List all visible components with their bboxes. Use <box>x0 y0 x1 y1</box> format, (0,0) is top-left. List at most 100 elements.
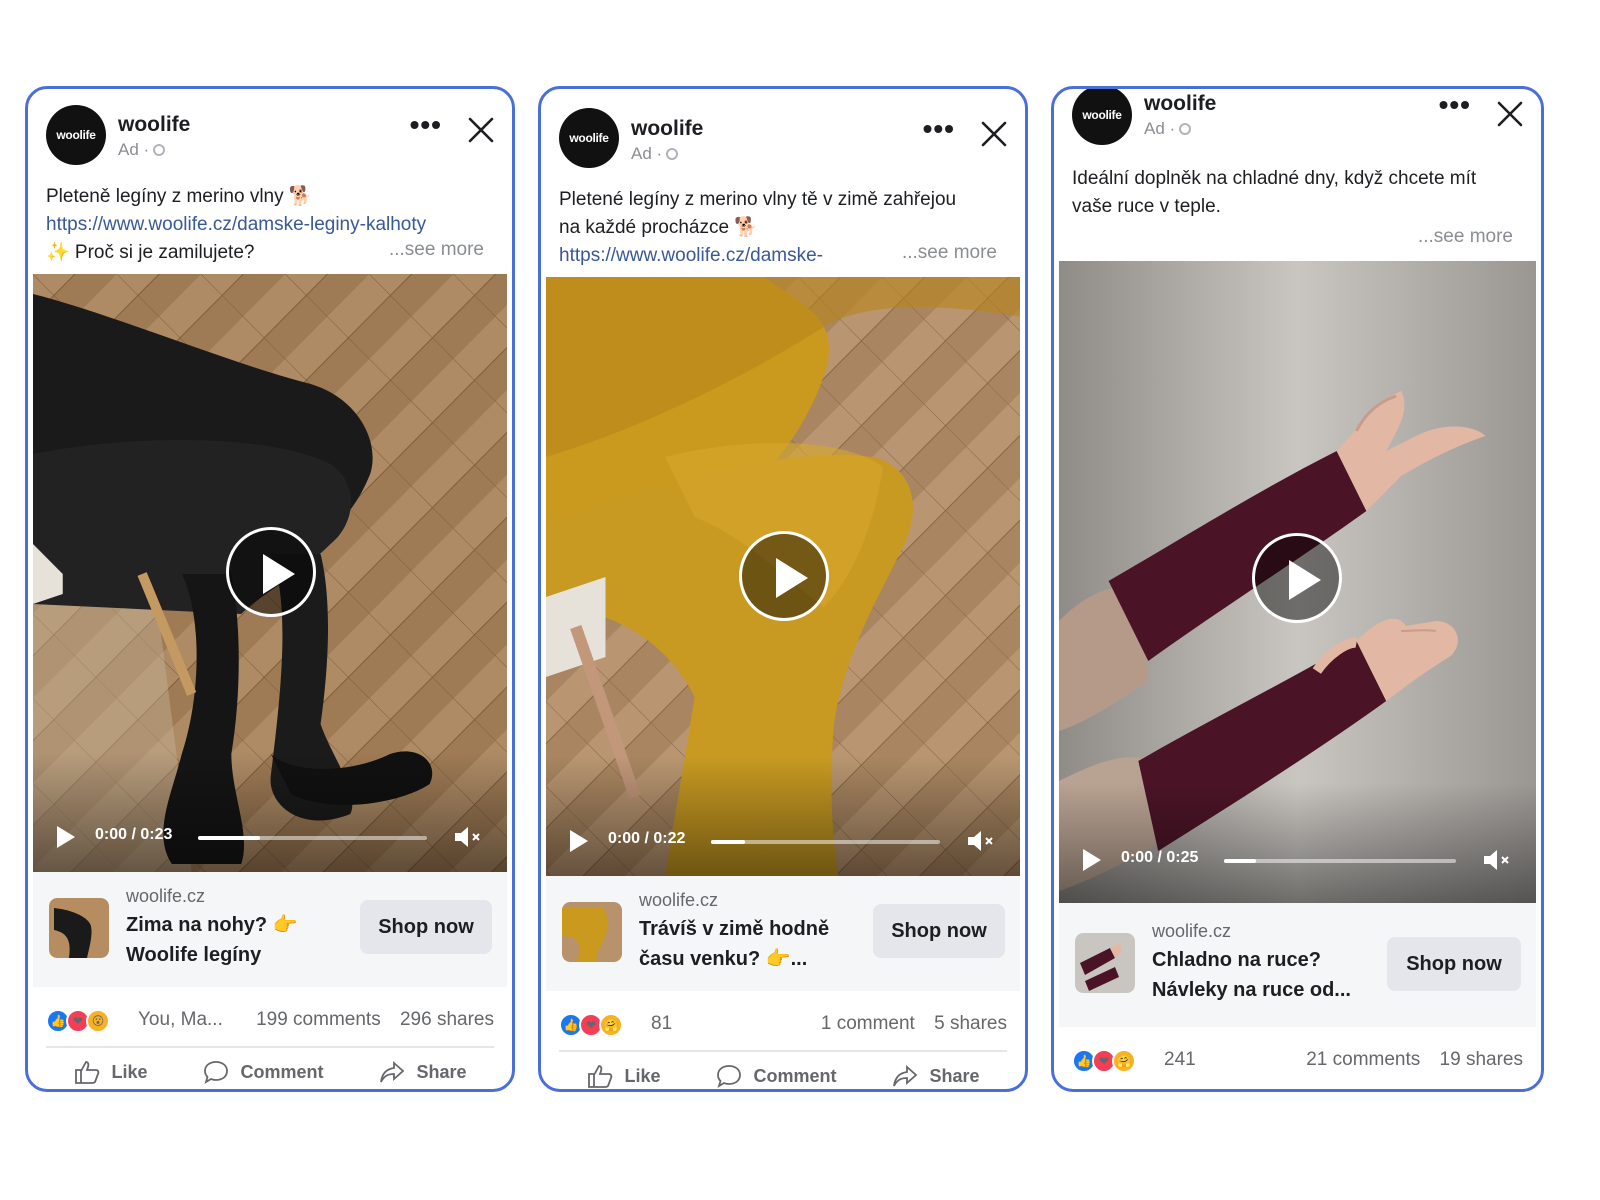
caption-line: Ideální doplněk na chladné dny, když chc… <box>1072 168 1477 189</box>
page-name[interactable]: woolife <box>118 113 190 137</box>
video-time: 0:00 / 0:25 <box>1121 849 1199 866</box>
like-button[interactable]: Like <box>586 1056 661 1089</box>
reactions-row: 👍 ❤ 😮 You, Ma... 199 comments 296 shares <box>46 1007 494 1037</box>
care-reaction-icon: 🤗 <box>599 1013 623 1037</box>
ad-label: Ad · <box>1144 119 1192 139</box>
like-button[interactable]: Like <box>73 1052 148 1089</box>
action-bar: Like Comment Share <box>559 1056 1007 1089</box>
video-player[interactable]: 0:00 / 0:23 <box>33 274 507 872</box>
thumbs-up-icon <box>588 1065 613 1088</box>
product-thumbnail <box>1075 933 1135 993</box>
page-name[interactable]: woolife <box>1144 92 1216 116</box>
caption-line: Pleteně legíny z merino vlny 🐕 <box>46 186 313 207</box>
muted-speaker-icon[interactable] <box>1482 847 1512 873</box>
cta-headline: Zima na nohy? 👉 Woolife legíny <box>126 914 298 966</box>
reaction-icons[interactable]: 👍 ❤ 🤗 <box>1072 1049 1136 1073</box>
video-controls: 0:00 / 0:23 <box>33 802 507 872</box>
comment-icon <box>204 1061 229 1084</box>
cta-headline: Trávíš v zimě hodně času venku? 👉... <box>639 918 830 970</box>
globe-icon <box>153 144 166 156</box>
close-icon[interactable] <box>468 117 494 143</box>
muted-speaker-icon[interactable] <box>966 828 996 854</box>
video-controls: 0:00 / 0:25 <box>1059 825 1536 895</box>
video-progress-bar[interactable] <box>711 840 940 844</box>
ad-card-2: woolife woolife Ad · ••• Pletené legíny … <box>538 86 1028 1092</box>
caption-link[interactable]: https://www.woolife.cz/damske-leginy-kal… <box>46 211 490 239</box>
ad-label: Ad · <box>118 140 166 160</box>
reaction-icons[interactable]: 👍 ❤ 🤗 <box>559 1013 623 1037</box>
comment-icon <box>717 1065 742 1088</box>
video-time: 0:00 / 0:22 <box>608 830 686 847</box>
comment-button[interactable]: Comment <box>202 1052 324 1089</box>
cta-headline: Chladno na ruce? Návleky na ruce od... <box>1152 949 1351 1001</box>
see-more-link[interactable]: ...see more <box>1418 226 1513 248</box>
reaction-names[interactable]: You, Ma... <box>138 1009 223 1031</box>
page-name[interactable]: woolife <box>631 117 703 141</box>
engagement-counts: 199 comments 296 shares <box>242 1009 494 1031</box>
cta-bar[interactable]: woolife.cz Chladno na ruce? Návleky na r… <box>1059 903 1536 1027</box>
wow-reaction-icon: 😮 <box>86 1009 110 1033</box>
caption-line: na každé procházce 🐕 <box>559 217 758 238</box>
close-icon[interactable] <box>1497 101 1523 127</box>
more-options-icon[interactable]: ••• <box>1439 91 1471 119</box>
divider <box>46 1046 494 1048</box>
shares-count[interactable]: 19 shares <box>1440 1049 1523 1070</box>
share-button[interactable]: Share <box>891 1056 980 1089</box>
shop-now-button[interactable]: Shop now <box>873 904 1005 958</box>
reactions-row: 👍 ❤ 🤗 81 1 comment 5 shares <box>559 1011 1007 1041</box>
play-icon[interactable] <box>570 830 588 852</box>
product-thumbnail <box>562 902 622 962</box>
reaction-count[interactable]: 81 <box>651 1013 672 1035</box>
play-icon[interactable] <box>1083 849 1101 871</box>
engagement-counts: 1 comment 5 shares <box>807 1013 1007 1035</box>
play-video-button[interactable] <box>226 527 316 617</box>
cta-bar[interactable]: woolife.cz Zima na nohy? 👉 Woolife legín… <box>33 872 507 987</box>
cta-bar[interactable]: woolife.cz Trávíš v zimě hodně času venk… <box>546 876 1020 991</box>
see-more-link[interactable]: ...see more <box>389 239 484 261</box>
engagement-counts: 21 comments 19 shares <box>1292 1049 1523 1071</box>
video-progress-bar[interactable] <box>1224 859 1456 863</box>
shares-count[interactable]: 5 shares <box>934 1013 1007 1034</box>
post-header: woolife woolife Ad · ••• <box>1054 89 1541 169</box>
page-avatar[interactable]: woolife <box>46 105 106 165</box>
reactions-row: 👍 ❤ 🤗 241 21 comments 19 shares <box>1072 1047 1523 1077</box>
ad-card-3: woolife woolife Ad · ••• Ideální doplněk… <box>1051 86 1544 1092</box>
comments-count[interactable]: 21 comments <box>1306 1049 1420 1070</box>
globe-icon <box>1179 123 1192 135</box>
action-bar: Like Comment Share <box>46 1052 494 1089</box>
video-progress-bar[interactable] <box>198 836 427 840</box>
more-options-icon[interactable]: ••• <box>410 111 442 139</box>
cta-domain: woolife.cz <box>1152 921 1232 941</box>
thumbs-up-icon <box>75 1061 100 1084</box>
divider <box>559 1050 1007 1052</box>
play-video-button[interactable] <box>739 531 829 621</box>
video-player[interactable]: 0:00 / 0:25 <box>1059 261 1536 903</box>
play-video-button[interactable] <box>1252 533 1342 623</box>
close-icon[interactable] <box>981 121 1007 147</box>
cta-domain: woolife.cz <box>639 890 719 910</box>
globe-icon <box>666 148 679 160</box>
see-more-link[interactable]: ...see more <box>902 242 997 264</box>
cta-domain: woolife.cz <box>126 886 206 906</box>
post-header: woolife woolife Ad · ••• <box>28 89 512 169</box>
video-player[interactable]: 0:00 / 0:22 <box>546 277 1020 876</box>
share-arrow-icon <box>380 1060 405 1083</box>
post-header: woolife woolife Ad · ••• <box>541 89 1025 169</box>
comments-count[interactable]: 199 comments <box>256 1009 381 1030</box>
reaction-icons[interactable]: 👍 ❤ 😮 <box>46 1009 110 1033</box>
page-avatar[interactable]: woolife <box>1072 89 1132 145</box>
shop-now-button[interactable]: Shop now <box>360 900 492 954</box>
reaction-count[interactable]: 241 <box>1164 1049 1196 1071</box>
shares-count[interactable]: 296 shares <box>400 1009 494 1030</box>
share-button[interactable]: Share <box>378 1052 467 1089</box>
video-controls: 0:00 / 0:22 <box>546 806 1020 876</box>
comment-button[interactable]: Comment <box>715 1056 837 1089</box>
share-arrow-icon <box>893 1064 918 1087</box>
shop-now-button[interactable]: Shop now <box>1387 937 1521 991</box>
muted-speaker-icon[interactable] <box>453 824 483 850</box>
comments-count[interactable]: 1 comment <box>821 1013 915 1034</box>
more-options-icon[interactable]: ••• <box>923 115 955 143</box>
page-avatar[interactable]: woolife <box>559 108 619 168</box>
play-icon[interactable] <box>57 826 75 848</box>
ad-label: Ad · <box>631 144 679 164</box>
